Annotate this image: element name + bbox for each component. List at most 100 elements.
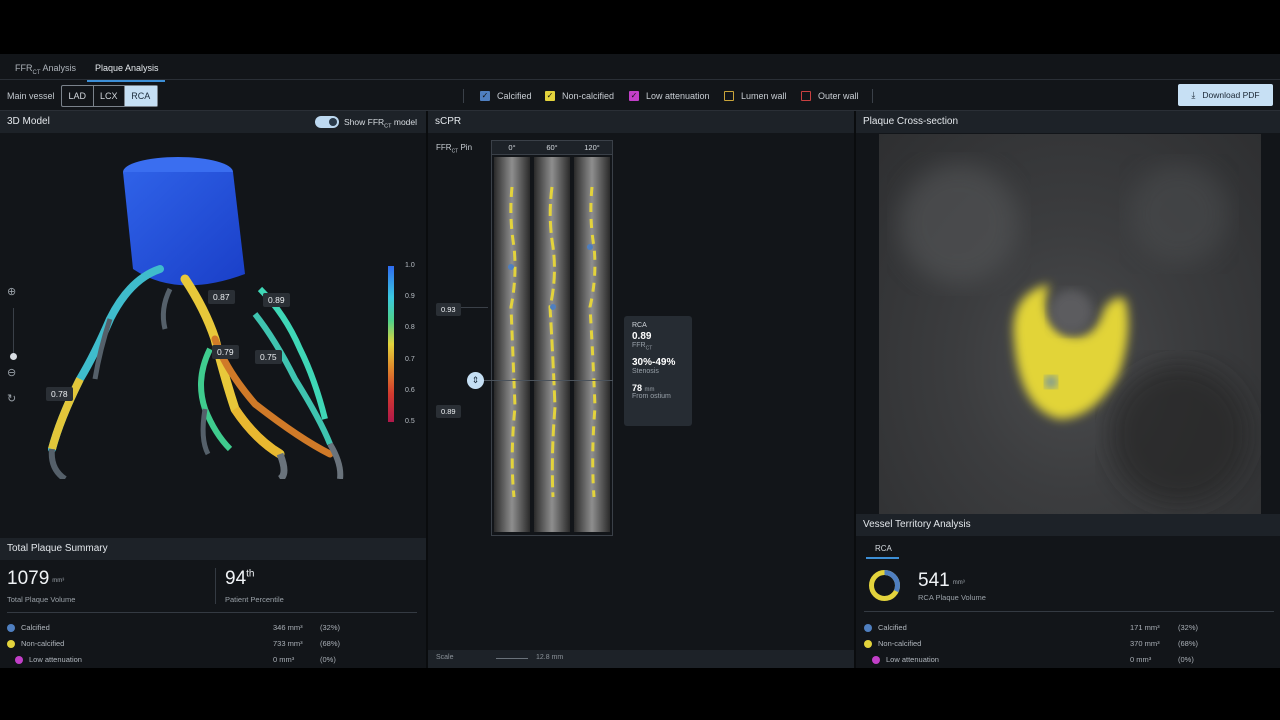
- total-plaque-summary-header: Total Plaque Summary: [0, 538, 426, 560]
- reset-rotation-icon[interactable]: ↻: [7, 392, 16, 405]
- territory-row-non-calcified: Non-calcified: [864, 639, 921, 648]
- angle-0-label[interactable]: 0°: [493, 143, 531, 152]
- percentile-label: Patient Percentile: [225, 595, 284, 604]
- zoom-in-icon[interactable]: ⊕: [7, 285, 16, 298]
- ffr-point-label[interactable]: 0.79: [212, 345, 239, 359]
- territory-plaque-volume: 541 mm³: [918, 570, 965, 592]
- scale-line: [496, 658, 528, 659]
- territory-volume-label: RCA Plaque Volume: [918, 593, 986, 602]
- panel-title: Plaque Cross-section: [863, 116, 959, 127]
- row-value: 171 mm³: [1130, 623, 1160, 632]
- pin-value-label[interactable]: 0.89: [436, 405, 461, 418]
- toggle-label-main: Show FFR: [344, 117, 385, 127]
- colorbar-tick-label: 0.5: [405, 418, 415, 425]
- ffr-point-label[interactable]: 0.87: [208, 290, 235, 304]
- row-label: Calcified: [21, 623, 50, 632]
- filter-label: Non-calcified: [562, 91, 615, 101]
- column-divider: [854, 111, 856, 668]
- plaque-cross-section-image[interactable]: [879, 134, 1261, 515]
- row-value: 346 mm³: [273, 623, 303, 632]
- non-calcified-dot-icon: [7, 639, 15, 648]
- row-label: Low attenuation: [29, 655, 82, 664]
- filter-label: Low attenuation: [646, 91, 710, 101]
- tooltip-vessel: RCA: [632, 322, 647, 329]
- tab-label: FFR: [15, 63, 33, 73]
- filter-outer-wall[interactable]: Outer wall: [801, 91, 859, 101]
- vessel-option-lcx[interactable]: LCX: [94, 86, 125, 106]
- row-percent: (32%): [320, 623, 341, 632]
- drag-handle-icon[interactable]: ⇕: [467, 372, 484, 389]
- row-value: 0 mm³: [273, 655, 295, 664]
- non-calcified-dot-icon: [864, 639, 872, 648]
- filter-non-calcified[interactable]: ✓ Non-calcified: [545, 91, 614, 101]
- coronary-3d-model[interactable]: [30, 149, 350, 479]
- filter-low-attenuation[interactable]: ✓ Low attenuation: [629, 91, 710, 101]
- divider: [215, 568, 216, 604]
- toggle-label-sub: CT: [384, 123, 392, 130]
- checkbox-checked-icon: ✓: [545, 91, 555, 101]
- download-pdf-button[interactable]: ⤓ Download PDF: [1178, 84, 1273, 106]
- zoom-slider-track[interactable]: [13, 308, 14, 356]
- ffrct-pin-label: FFRCT Pin: [436, 143, 472, 155]
- scpr-image-strips[interactable]: [493, 157, 611, 532]
- ffr-point-label[interactable]: 0.75: [255, 350, 282, 364]
- tab-indicator: [866, 557, 899, 559]
- panel-header-scpr: sCPR: [428, 111, 854, 133]
- ffr-point-label[interactable]: 0.78: [46, 387, 73, 401]
- vessel-option-lad[interactable]: LAD: [62, 86, 94, 106]
- row-value: 733 mm³: [273, 639, 303, 648]
- tooltip-ffr: 0.89: [632, 331, 652, 342]
- tab-label-tail: Analysis: [40, 63, 77, 73]
- pin-label-tail: Pin: [458, 143, 473, 152]
- show-ffrct-model-toggle[interactable]: [315, 116, 339, 128]
- analysis-tabs: FFRCT Analysis Plaque Analysis: [0, 54, 1280, 82]
- tooltip-distance-label: From ostium: [632, 393, 671, 401]
- colorbar-tick-label: 0.6: [405, 386, 415, 394]
- filter-label: Outer wall: [818, 91, 859, 101]
- row-percent: (0%): [1178, 655, 1194, 664]
- toggle-label: Show FFRCT model: [344, 117, 417, 130]
- scale-bar: Scale 12.8 mm: [428, 650, 854, 668]
- colorbar-tick-label: 0.8: [405, 324, 415, 332]
- low-attenuation-dot-icon: [15, 655, 23, 664]
- tab-ffrct-analysis[interactable]: FFRCT Analysis: [15, 63, 76, 76]
- ffr-colorbar: [388, 266, 394, 422]
- colorbar-tick-label: 0.7: [405, 355, 415, 363]
- territory-tab-rca[interactable]: RCA: [875, 544, 892, 553]
- filter-calcified[interactable]: ✓ Calcified: [480, 91, 532, 101]
- ffr-point-label[interactable]: 0.89: [263, 293, 290, 307]
- app-window: FFRCT Analysis Plaque Analysis Main vess…: [0, 54, 1280, 668]
- scale-value: 12.8 mm: [536, 654, 564, 661]
- angle-120-label[interactable]: 120°: [573, 143, 611, 152]
- divider: [7, 612, 417, 613]
- summary-title: Total Plaque Summary: [7, 543, 108, 554]
- zoom-slider-handle[interactable]: [10, 353, 17, 360]
- volume-unit: mm³: [952, 580, 965, 586]
- cursor-line: [470, 380, 613, 381]
- tab-plaque-analysis[interactable]: Plaque Analysis: [87, 63, 165, 82]
- territory-donut-chart: [869, 570, 900, 601]
- low-attenuation-dot-icon: [872, 655, 880, 664]
- checkbox-checked-icon: ✓: [629, 91, 639, 101]
- total-volume-label: Total Plaque Volume: [7, 595, 76, 604]
- filter-lumen-wall[interactable]: Lumen wall: [724, 91, 787, 101]
- patient-percentile: 94th: [225, 568, 254, 590]
- row-label: Non-calcified: [878, 639, 922, 648]
- panel-title: 3D Model: [7, 116, 50, 127]
- row-label: Non-calcified: [21, 639, 65, 648]
- main-vessel-label: Main vessel: [7, 91, 55, 101]
- toggle-label-tail: model: [391, 117, 418, 127]
- filter-label: Lumen wall: [741, 91, 787, 101]
- panel-title: sCPR: [435, 116, 462, 127]
- vessel-option-rca[interactable]: RCA: [125, 86, 157, 106]
- row-percent: (68%): [1178, 639, 1199, 648]
- stenosis-tooltip: RCA 0.89 FFRCT 30%-49% Stenosis 78 mm Fr…: [624, 316, 692, 426]
- colorbar-tick-label: 1.0: [405, 262, 415, 269]
- column-divider: [426, 111, 428, 668]
- angle-60-label[interactable]: 60°: [533, 143, 571, 152]
- pin-value-label[interactable]: 0.93: [436, 303, 461, 316]
- row-percent: (68%): [320, 639, 341, 648]
- zoom-out-icon[interactable]: ⊖: [7, 366, 16, 379]
- checkbox-checked-icon: ✓: [480, 91, 490, 101]
- filter-label: Calcified: [497, 91, 532, 101]
